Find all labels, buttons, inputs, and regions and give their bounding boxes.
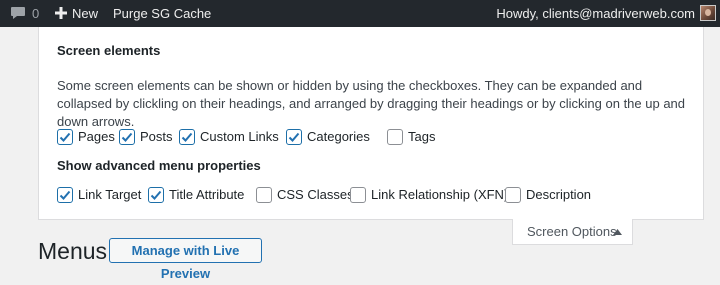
- speech-bubble-icon: [11, 7, 25, 20]
- checkmark-icon: [121, 132, 133, 142]
- checkbox-label: Link Relationship (XFN): [371, 187, 509, 202]
- checkbox-label: Categories: [307, 129, 370, 144]
- checkbox-box[interactable]: [286, 129, 302, 145]
- checkbox-label: Link Target: [78, 187, 142, 202]
- new-label: New: [72, 6, 99, 21]
- advanced-properties-heading: Show advanced menu properties: [57, 158, 261, 173]
- checkmark-icon: [181, 132, 193, 142]
- checkbox-label: Description: [526, 187, 592, 202]
- checkbox-box[interactable]: [256, 187, 272, 203]
- checkbox-box[interactable]: [119, 129, 135, 145]
- screen-elements-description: Some screen elements can be shown or hid…: [57, 78, 686, 129]
- checkbox-box[interactable]: [57, 187, 73, 203]
- new-content-button[interactable]: New: [55, 0, 98, 27]
- checkbox-box[interactable]: [350, 187, 366, 203]
- checkbox-box[interactable]: [387, 129, 403, 145]
- checkbox-label: Posts: [140, 129, 173, 144]
- avatar[interactable]: [700, 5, 716, 21]
- purge-cache-button[interactable]: Purge SG Cache: [113, 0, 211, 27]
- checkmark-icon: [59, 190, 71, 200]
- checkbox-label: Pages: [78, 129, 115, 144]
- comments-count: 0: [32, 6, 40, 21]
- checkbox-label: Tags: [408, 129, 436, 144]
- checkbox-box[interactable]: [505, 187, 521, 203]
- arrow-up-icon: [613, 229, 622, 235]
- screen-elements-heading: Screen elements: [57, 43, 161, 58]
- screen-options-toggle[interactable]: Screen Options: [512, 219, 633, 245]
- checkmark-icon: [150, 190, 162, 200]
- checkmark-icon: [288, 132, 300, 142]
- checkmark-icon: [59, 132, 71, 142]
- checkbox-box[interactable]: [179, 129, 195, 145]
- checkbox-box[interactable]: [148, 187, 164, 203]
- page-title: Menus: [38, 238, 108, 264]
- plus-icon: [55, 7, 67, 20]
- checkbox-label: Custom Links: [200, 129, 279, 144]
- manage-live-preview-button[interactable]: Manage with Live Preview: [109, 238, 262, 281]
- checkbox-label: Title Attribute: [169, 187, 245, 202]
- checkbox-label: CSS Classes: [277, 187, 354, 202]
- comments-link[interactable]: 0: [10, 0, 39, 27]
- account-menu[interactable]: Howdy, clients@madriverweb.com: [496, 0, 695, 27]
- screen-options-label: Screen Options: [527, 224, 617, 239]
- admin-bar: 0 New Purge SG Cache Howdy, clients@madr…: [0, 0, 720, 27]
- checkbox-box[interactable]: [57, 129, 73, 145]
- screen-options-panel: Screen elements Some screen elements can…: [38, 27, 704, 220]
